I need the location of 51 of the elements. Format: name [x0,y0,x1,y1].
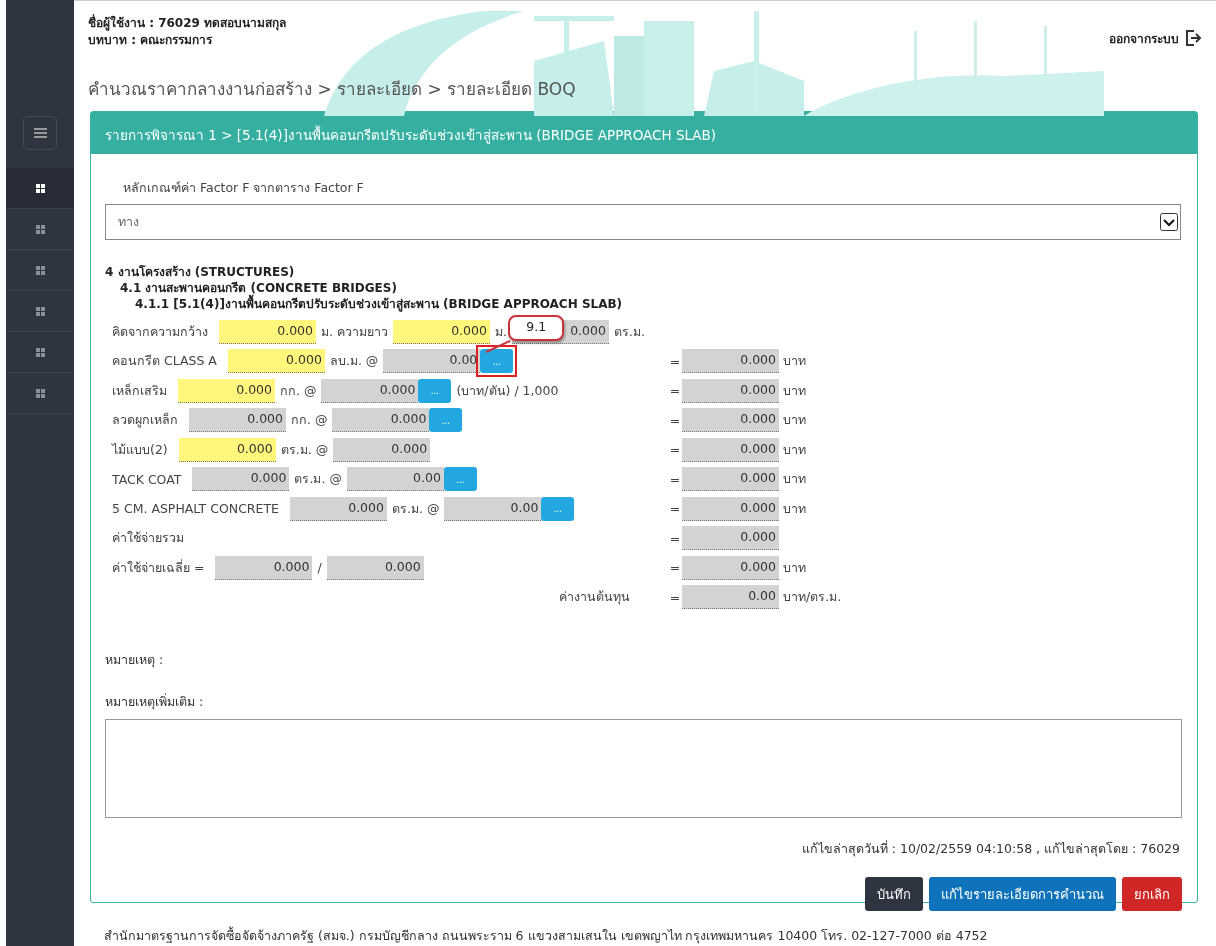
unit-label: ม. ความยาว [321,322,388,341]
unit-label: กก. @ [291,411,328,430]
equals-sign: = [668,412,682,428]
equals-sign: = [668,383,682,399]
section-heading: 4.1 งานสะพานคอนกรีต (CONCRETE BRIDGES) [120,280,397,295]
unit-label: บาท [782,381,807,400]
row-label: TACK COAT [112,471,182,487]
unit-label: บาท [782,411,807,430]
unit-label: ตร.ม. @ [294,470,342,489]
row-label: ลวดผูกเหล็ก [112,411,178,430]
user-name: ชื่อผู้ใช้งาน : 76029 ทดสอบนามสกุล [88,15,287,32]
unit-label: บาท [782,352,807,371]
row-label: เหล็กเสริม [112,381,167,400]
edit-info: แก้ไขล่าสุดวันที่ : 10/02/2559 04:10:58 , แก้ไขล่าสุดโดย : 76029 [800,839,1181,859]
equals-sign: = [668,530,682,546]
row-label: ค่างานต้นทุน [559,588,630,607]
equals-sign: = [668,501,682,517]
user-role: บทบาท : คณะกรรมการ [88,32,214,49]
unit-label: กก. @ [280,381,317,400]
equals-sign: = [668,442,682,458]
unit-label: / [317,560,322,576]
row-label: คิดจากความกว้าง [112,322,208,341]
field-label: หลักเกณฑ์ค่า Factor F จากตาราง Factor F [123,179,365,197]
row-label: ค่าใช้จ่ายรวม [112,529,184,548]
unit-label: บาท/ตร.ม. [782,588,843,607]
equals-sign: = [668,471,682,487]
footer-text: สำนักมาตรฐานการจัดซื้อจัดจ้างภาครัฐ (สมจ.) กรมบัญชีกลาง ถนนพระราม 6 แขวงสามเสนใน เขตพญาไท กรุงเทพมหานคร 10400 โทร. 02-127-7000 ต่อ 4752 [104,928,988,943]
unit-label: ลบ.ม. @ [329,352,379,371]
remarks-label: หมายเหตุเพิ่มเติม : [105,692,205,712]
remarks-label: หมายเหตุ : [105,651,165,670]
row-label: ค่าใช้จ่ายเฉลี่ย = [112,558,205,577]
equals-sign: = [668,560,682,576]
unit-label: บาท [782,558,807,577]
unit-label: ตร.ม. [613,322,645,341]
unit-label: ม. [494,322,507,341]
unit-label: บาท [782,470,807,489]
section-heading: 4.1.1 [5.1(4)]งานพื้นคอนกรีตปรับระดับช่วงเข้าสู่สะพาน (BRIDGE APPROACH SLAB) [135,296,1182,312]
row-label: ไม้แบบ(2) [112,440,168,459]
callout-tooltip: 9.1 [508,315,565,342]
breadcrumb: คำนวณราคากลางงานก่อสร้าง > รายละเอียด > รายละเอียด BOQ [88,78,577,101]
unit-label: (บาท/ตัน) / 1,000 [456,381,559,400]
unit-label: บาท [782,440,807,459]
panel-title: รายการพิจารณา 1 > [5.1(4)]งานพื้นคอนกรีตปรับระดับช่วงเข้าสู่สะพาน (BRIDGE APPROACH SLAB) [91,112,1197,154]
unit-label: ตร.ม. @ [392,499,440,518]
row-label: คอนกรีต CLASS A [112,352,217,371]
equals-sign: = [668,589,682,605]
section-heading: 4 งานโครงสร้าง (STRUCTURES) [105,264,296,280]
equals-sign: = [668,353,682,369]
row-label: 5 CM. ASPHALT CONCRETE [112,501,279,517]
unit-label: บาท [782,499,807,518]
unit-label: ตร.ม. @ [280,440,329,459]
